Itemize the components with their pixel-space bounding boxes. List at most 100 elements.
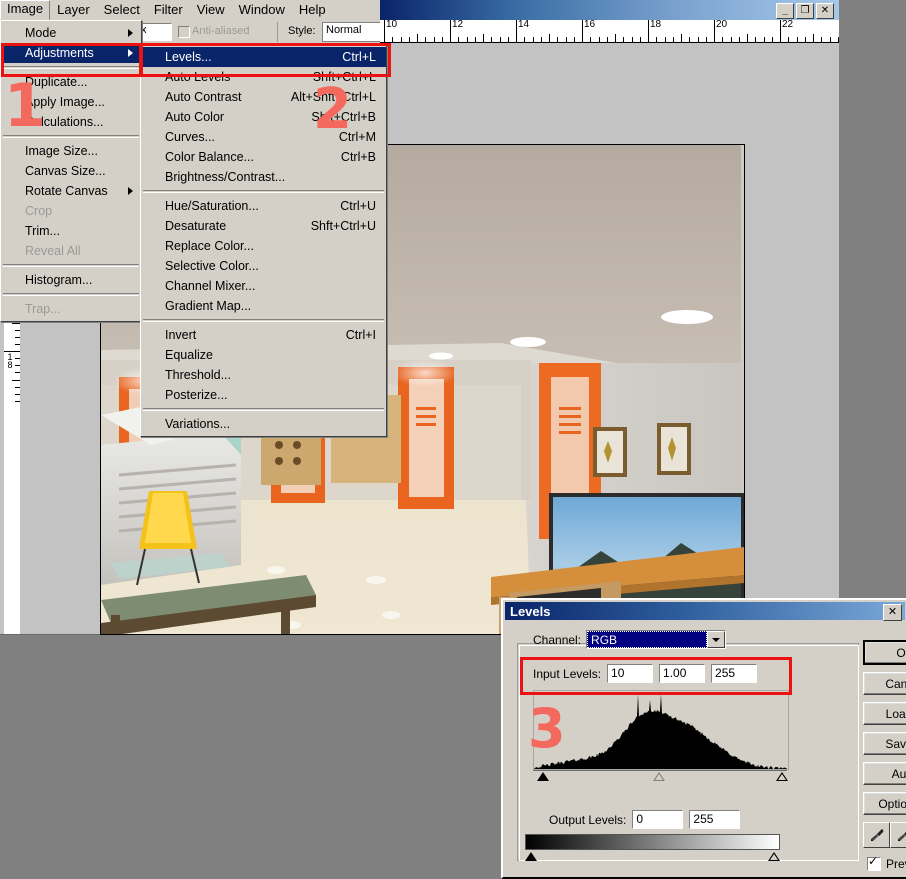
ruler-minor-tick [408, 37, 410, 42]
ruler-label: 22 [782, 20, 794, 30]
ruler-minor-tick [763, 37, 765, 42]
menu-item-shortcut: Ctrl+B [340, 150, 376, 164]
menu-item-auto-color[interactable]: Auto Color Shft+Ctrl+B [141, 107, 386, 127]
menu-item-color-balance[interactable]: Color Balance... Ctrl+B [141, 147, 386, 167]
chevron-down-icon[interactable] [707, 631, 726, 648]
ruler-minor-tick [829, 37, 831, 42]
ruler-minor-tick [606, 37, 608, 42]
menu-item-label: Trim... [25, 224, 60, 238]
anti-aliased-checkbox[interactable] [178, 26, 190, 38]
menu-item-trim[interactable]: Trim... [1, 221, 141, 241]
output-white-slider[interactable] [768, 852, 780, 861]
channel-label: Channel: [533, 632, 582, 647]
menu-item-canvas-size[interactable]: Canvas Size... [1, 161, 141, 181]
menubar-item-view[interactable]: View [190, 1, 232, 20]
menubar-item-window[interactable]: Window [232, 1, 292, 20]
input-white-slider[interactable] [776, 772, 788, 781]
submenu-arrow-icon [128, 29, 133, 37]
cancel-button[interactable]: Cancel [863, 672, 906, 695]
channel-select[interactable]: RGB [586, 630, 727, 649]
ruler-minor-tick [565, 37, 567, 42]
menu-item-posterize[interactable]: Posterize... [141, 385, 386, 405]
menu-item-auto-contrast[interactable]: Auto Contrast Alt+Shft+Ctrl+L [141, 87, 386, 107]
gray-point-eyedropper[interactable] [890, 822, 906, 848]
menu-item-shortcut: Shft+Ctrl+B [311, 110, 376, 124]
minimize-button[interactable]: _ [776, 3, 794, 19]
menu-item-mode[interactable]: Mode [1, 23, 141, 43]
menu-item-equalize[interactable]: Equalize [141, 345, 386, 365]
ok-button[interactable]: OK [863, 640, 906, 665]
ruler-minor-tick [689, 37, 691, 42]
menu-item-apply-image[interactable]: Apply Image... [1, 92, 141, 112]
ruler-minor-tick [400, 37, 402, 42]
ruler-minor-tick [15, 372, 20, 374]
restore-button[interactable]: ❐ [796, 3, 814, 19]
output-white-field[interactable]: 255 [689, 810, 741, 829]
input-gamma-field[interactable]: 1.00 [659, 664, 706, 683]
menubar-item-select[interactable]: Select [97, 1, 147, 20]
output-black-field[interactable]: 0 [632, 810, 684, 829]
menu-item-auto-levels[interactable]: Auto Levels Shft+Ctrl+L [141, 67, 386, 87]
menu-item-levels[interactable]: Levels... Ctrl+L [141, 47, 386, 67]
menu-item-label: Selective Color... [165, 259, 259, 273]
menu-item-rotate-canvas[interactable]: Rotate Canvas [1, 181, 141, 201]
ruler-minor-tick [433, 37, 435, 42]
ruler-minor-tick [705, 37, 707, 42]
ruler-minor-tick [623, 37, 625, 42]
close-button[interactable]: ✕ [816, 3, 834, 19]
input-black-slider[interactable] [537, 772, 549, 781]
menubar-item-help[interactable]: Help [292, 1, 333, 20]
output-slider-track[interactable] [525, 850, 780, 862]
application-title-bar[interactable]: _ ❐ ✕ [380, 0, 839, 20]
menubar-item-layer[interactable]: Layer [50, 1, 97, 20]
menu-item-curves[interactable]: Curves... Ctrl+M [141, 127, 386, 147]
menu-item-image-size[interactable]: Image Size... [1, 141, 141, 161]
save-button[interactable]: Save... [863, 732, 906, 755]
levels-dialog[interactable]: Levels ✕ Channel: RGB Input Levels: 10 1… [501, 598, 906, 879]
ruler-minor-tick [722, 37, 724, 42]
menu-item-histogram[interactable]: Histogram... [1, 270, 141, 290]
style-value: Normal [326, 24, 362, 36]
menu-item-trap: Trap... [1, 299, 141, 319]
menu-item-duplicate[interactable]: Duplicate... [1, 72, 141, 92]
menubar-item-image[interactable]: Image [0, 0, 51, 20]
input-slider-track[interactable] [533, 770, 788, 782]
input-gamma-slider[interactable] [653, 772, 665, 781]
menu-item-label: Equalize [165, 348, 213, 362]
black-point-eyedropper[interactable] [863, 822, 891, 848]
menu-item-label: Desaturate [165, 219, 227, 233]
input-white-field[interactable]: 255 [711, 664, 758, 683]
menu-item-adjustments[interactable]: Adjustments [1, 43, 141, 63]
menu-item-label: Invert [165, 328, 197, 342]
output-levels-label: Output Levels: [549, 812, 627, 827]
menu-item-replace-color[interactable]: Replace Color... [141, 236, 386, 256]
input-black-field[interactable]: 10 [607, 664, 654, 683]
load-button[interactable]: Load... [863, 702, 906, 725]
menu-item-desaturate[interactable]: Desaturate Shft+Ctrl+U [141, 216, 386, 236]
levels-title-bar[interactable]: Levels [505, 602, 905, 620]
menu-item-invert[interactable]: Invert Ctrl+I [141, 325, 386, 345]
levels-close-button[interactable]: ✕ [883, 604, 902, 621]
menu-item-selective-color[interactable]: Selective Color... [141, 256, 386, 276]
auto-button[interactable]: Auto [863, 762, 906, 785]
menu-item-gradient-map[interactable]: Gradient Map... [141, 296, 386, 316]
horizontal-ruler[interactable]: 1012141618202224 [380, 20, 839, 43]
preview-checkbox[interactable] [867, 855, 881, 871]
menubar-item-filter[interactable]: Filter [147, 1, 190, 20]
menu-item-variations[interactable]: Variations... [141, 414, 386, 434]
output-black-slider[interactable] [525, 852, 537, 861]
menu-item-label: Apply Image... [25, 95, 105, 109]
menu-item-brightness-contrast[interactable]: Brightness/Contrast... [141, 167, 386, 187]
menu-item-reveal-all: Reveal All [1, 241, 141, 261]
window-controls: _ ❐ ✕ [776, 3, 834, 19]
menu-item-hue-saturation[interactable]: Hue/Saturation... Ctrl+U [141, 196, 386, 216]
menu-item-calculations[interactable]: Calculations... [1, 112, 141, 132]
menu-item-shortcut: Ctrl+L [342, 50, 376, 64]
ruler-minor-tick [747, 34, 748, 42]
ruler-minor-tick [507, 37, 509, 42]
options-button[interactable]: Options... [863, 792, 906, 815]
ruler-minor-tick [813, 34, 814, 42]
menu-item-channel-mixer[interactable]: Channel Mixer... [141, 276, 386, 296]
menu-item-threshold[interactable]: Threshold... [141, 365, 386, 385]
menu-item-label: Crop [25, 204, 53, 218]
